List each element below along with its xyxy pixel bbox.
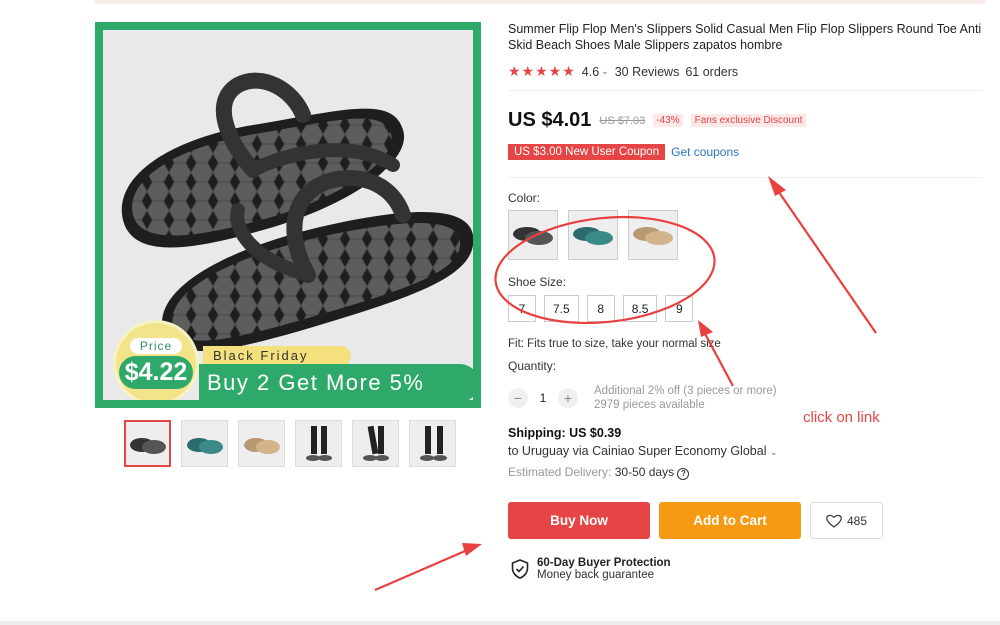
chevron-down-icon[interactable]: ⌄ xyxy=(601,66,609,77)
divider xyxy=(508,177,983,178)
delivery-days: 30-50 days xyxy=(614,465,675,479)
thumbnail-1[interactable] xyxy=(124,420,171,467)
size-option[interactable]: 9 xyxy=(665,295,694,322)
protection-subtitle: Money back guarantee xyxy=(537,569,654,581)
quantity-input[interactable]: 1 xyxy=(536,391,550,405)
color-option-black[interactable] xyxy=(508,210,558,260)
coupon-row: US $3.00 New User Coupon Get coupons xyxy=(508,144,739,160)
thumbnail-strip xyxy=(124,420,456,467)
original-price: US $7.03 xyxy=(599,114,646,127)
price-badge: Price $4.22 xyxy=(113,320,199,400)
star-rating-icon: ★★★★★ xyxy=(508,63,576,79)
product-photo: Price $4.22 Black Friday Buy 2 Get More … xyxy=(103,30,473,400)
color-option-teal[interactable] xyxy=(568,210,618,260)
teal-slipper-icon xyxy=(573,227,613,245)
quantity-stepper: − 1 + Additional 2% off (3 pieces or mor… xyxy=(508,384,777,412)
orders-count: 61 orders xyxy=(685,64,739,79)
stock-available: 2979 pieces available xyxy=(594,399,705,411)
get-coupons-link[interactable]: Get coupons xyxy=(671,145,739,159)
annotation-click-on-link: click on link xyxy=(803,409,880,426)
thumbnail-5[interactable] xyxy=(352,420,399,467)
fit-note: Fit: Fits true to size, take your normal… xyxy=(508,338,721,350)
chevron-down-icon: ⌄ xyxy=(769,447,778,457)
size-option[interactable]: 7.5 xyxy=(544,295,579,322)
model-legs-icon xyxy=(362,425,389,461)
discount-badge: -43% xyxy=(653,114,683,127)
thumbnail-6[interactable] xyxy=(409,420,456,467)
promo-banner: Buy 2 Get More 5% xyxy=(199,364,473,400)
main-product-image[interactable]: Price $4.22 Black Friday Buy 2 Get More … xyxy=(95,22,481,408)
rating-row: ★★★★★ 4.6 ⌄ 30 Reviews 61 orders xyxy=(508,63,738,80)
new-user-coupon[interactable]: US $3.00 New User Coupon xyxy=(508,144,666,160)
color-option-khaki[interactable] xyxy=(628,210,678,260)
color-label: Color: xyxy=(508,191,541,205)
price-badge-label: Price xyxy=(129,337,183,354)
quantity-label: Quantity: xyxy=(508,359,557,373)
shipping-method[interactable]: to Uruguay via Cainiao Super Economy Glo… xyxy=(508,444,778,458)
shipping-cost: Shipping: US $0.39 xyxy=(508,426,622,440)
minus-icon[interactable]: − xyxy=(508,388,528,408)
size-option[interactable]: 7 xyxy=(508,295,536,322)
rating-value[interactable]: 4.6 xyxy=(582,65,599,79)
quantity-info: Additional 2% off (3 pieces or more) 297… xyxy=(594,384,777,412)
shipping-method-text: to Uruguay via Cainiao Super Economy Glo… xyxy=(508,444,767,458)
black-slipper-icon xyxy=(513,227,553,245)
shield-check-icon xyxy=(511,559,529,579)
product-title: Summer Flip Flop Men's Slippers Solid Ca… xyxy=(508,22,982,52)
model-legs-icon xyxy=(305,425,332,461)
annotation-arrow-size xyxy=(698,320,734,387)
divider xyxy=(508,90,983,91)
bulk-discount-note: Additional 2% off (3 pieces or more) xyxy=(594,385,777,397)
khaki-slipper-icon xyxy=(633,227,673,245)
protection-text: 60-Day Buyer Protection Money back guara… xyxy=(537,557,671,581)
buyer-protection: 60-Day Buyer Protection Money back guara… xyxy=(511,557,671,581)
khaki-slipper-icon xyxy=(243,437,280,454)
black-friday-tag: Black Friday xyxy=(203,346,351,366)
price-badge-value: $4.22 xyxy=(118,355,194,389)
color-options xyxy=(508,210,678,260)
size-option[interactable]: 8 xyxy=(586,295,615,322)
price-row: US $4.01 US $7.03 -43% Fans exclusive Di… xyxy=(508,109,807,132)
add-to-cart-button[interactable]: Add to Cart xyxy=(659,502,801,539)
delivery-label: Estimated Delivery: xyxy=(508,465,612,479)
annotation-arrow-coupons xyxy=(768,176,877,334)
help-icon[interactable]: ? xyxy=(677,467,690,480)
annotation-arrow-buy xyxy=(374,543,482,592)
bottom-divider xyxy=(0,621,1000,625)
current-price: US $4.01 xyxy=(508,109,592,131)
buy-now-button[interactable]: Buy Now xyxy=(508,502,650,539)
reviews-link[interactable]: 30 Reviews xyxy=(615,65,680,79)
plus-icon[interactable]: + xyxy=(558,388,578,408)
estimated-delivery: Estimated Delivery: 30-50 days ? xyxy=(508,465,690,480)
size-options: 7 7.5 8 8.5 9 xyxy=(508,295,694,322)
wishlist-button[interactable]: 485 xyxy=(810,502,883,539)
fans-discount-tag: Fans exclusive Discount xyxy=(690,114,807,127)
size-option[interactable]: 8.5 xyxy=(622,295,658,322)
teal-slipper-icon xyxy=(186,437,223,454)
heart-icon xyxy=(826,514,842,528)
size-label: Shoe Size: xyxy=(508,275,567,289)
top-divider xyxy=(95,0,985,4)
black-slipper-icon xyxy=(129,437,166,454)
thumbnail-4[interactable] xyxy=(295,420,342,467)
thumbnail-3[interactable] xyxy=(238,420,285,467)
model-legs-icon xyxy=(419,425,447,461)
protection-title: 60-Day Buyer Protection xyxy=(537,557,671,569)
wishlist-count: 485 xyxy=(846,513,868,528)
thumbnail-2[interactable] xyxy=(181,420,228,467)
